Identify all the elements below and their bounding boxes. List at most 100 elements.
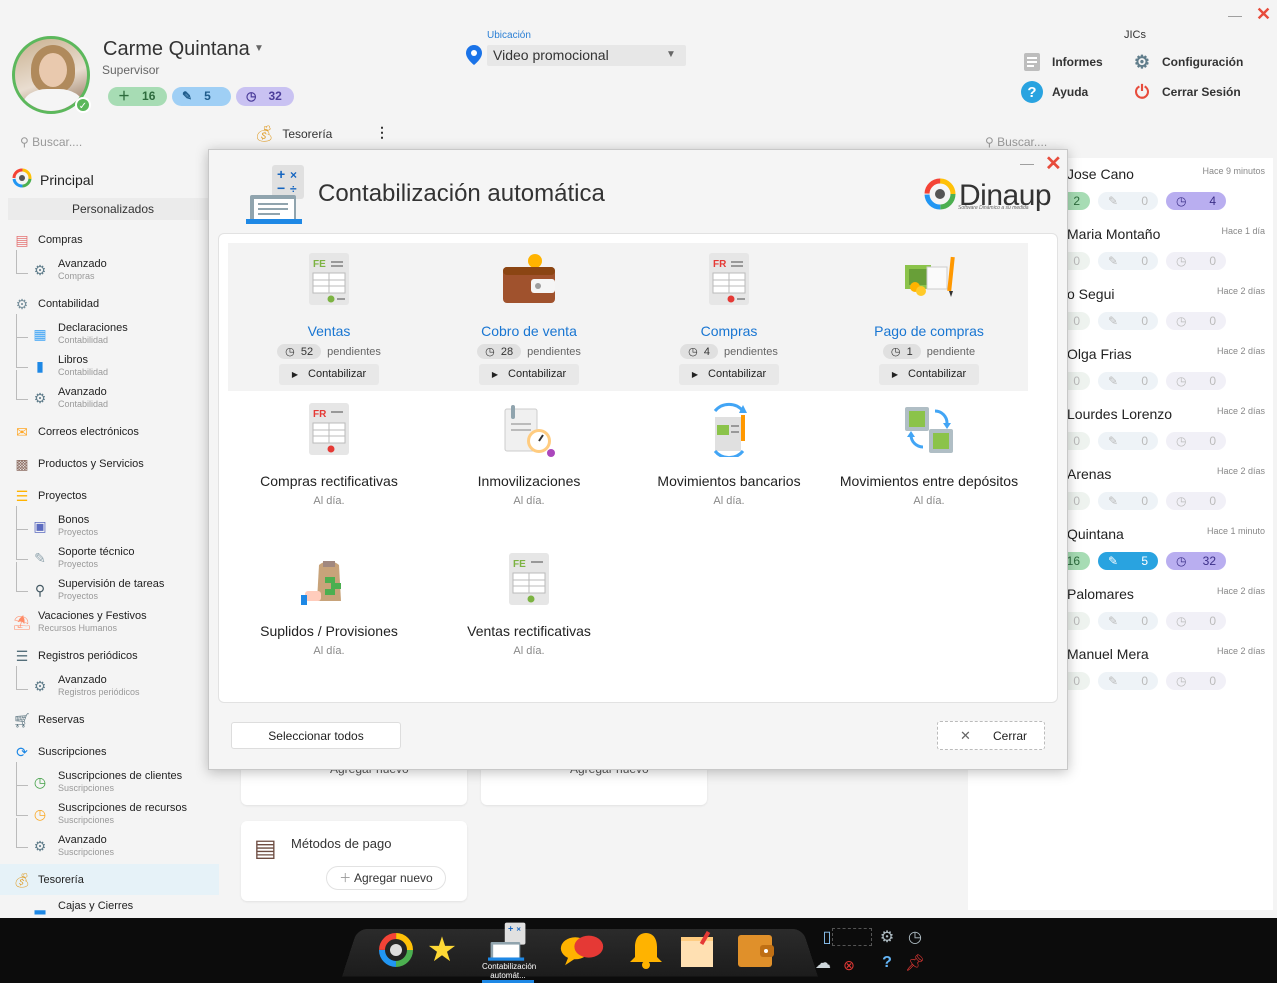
edited-count-badge[interactable]: ✎ 5 — [172, 87, 231, 106]
notifications-bell-icon[interactable] — [624, 928, 668, 972]
cloud-sync-icon[interactable]: ☁ — [812, 952, 834, 974]
user-row-edited-badge[interactable]: ✎ 5 — [1098, 552, 1158, 570]
contabilizar-cobro-button[interactable]: ▶ Contabilizar — [479, 364, 579, 385]
sidebar-personalizados[interactable]: Personalizados — [8, 198, 218, 220]
gear-icon: ⚙ — [33, 677, 47, 694]
user-row-edited-badge[interactable]: ✎ 0 — [1098, 612, 1158, 630]
tile-movimientos-entre-depositos[interactable]: Movimientos entre depósitos Al día. — [829, 393, 1029, 541]
sidebar-item-tesoreria[interactable]: 💰︎ Tesorería — [12, 870, 84, 890]
user-row-edited-badge[interactable]: ✎ 0 — [1098, 252, 1158, 270]
pencil-icon: ✎ — [1108, 614, 1119, 628]
reports-link[interactable]: Informes — [1020, 50, 1103, 74]
projects-icon: ☰ — [15, 487, 29, 504]
sidebar-item-reservas[interactable]: 🛒︎ Reservas — [12, 710, 84, 730]
sidebar-item-soporte[interactable]: ✎ Soporte técnico Proyectos — [30, 546, 134, 570]
tile-movimientos-bancarios[interactable]: Movimientos bancarios Al día. — [629, 393, 829, 541]
user-menu-caret-icon[interactable]: ▼ — [254, 43, 264, 54]
dialog-close-icon[interactable]: ✕ — [1045, 151, 1062, 176]
user-row-history-badge[interactable]: ◷ 0 — [1166, 372, 1226, 390]
sidebar-item-contabilidad[interactable]: ⚙ Contabilidad — [12, 294, 99, 314]
contabilizar-ventas-button[interactable]: ▶ Contabilizar — [279, 364, 379, 385]
wallet-icon[interactable] — [734, 928, 778, 972]
tab-tesoreria[interactable]: 💰︎ Tesorería — [254, 124, 332, 144]
sidebar-principal[interactable]: Principal — [12, 168, 94, 191]
user-row-history-badge[interactable]: ◷ 0 — [1166, 252, 1226, 270]
user-row-time: Hace 1 minuto — [1206, 526, 1265, 536]
user-row-edited-badge[interactable]: ✎ 0 — [1098, 492, 1158, 510]
sidebar-item-suscripciones[interactable]: ⟳ Suscripciones — [12, 742, 106, 762]
chat-icon[interactable] — [560, 928, 604, 972]
user-row-edited-badge[interactable]: ✎ 0 — [1098, 672, 1158, 690]
sidebar-item-susc-clientes[interactable]: ◷ Suscripciones de clientes Suscripciones — [30, 770, 182, 794]
dinaup-app-icon[interactable] — [374, 928, 418, 972]
sidebar-item-supervision[interactable]: ⚲ Supervisión de tareas Proyectos — [30, 578, 165, 602]
pending-count: ◷ 4 — [680, 344, 719, 359]
sidebar-item-correos[interactable]: ✉ Correos electrónicos — [12, 422, 139, 442]
sidebar-item-compras-avanzado[interactable]: ⚙ Avanzado Compras — [30, 258, 107, 282]
contabilizar-pago-button[interactable]: ▶ Contabilizar — [879, 364, 979, 385]
user-row-history-badge[interactable]: ◷ 0 — [1166, 432, 1226, 450]
user-row-edited-badge[interactable]: ✎ 0 — [1098, 432, 1158, 450]
sidebar-item-registros-avanzado[interactable]: ⚙ Avanzado Registros periódicos — [30, 674, 140, 698]
select-all-button[interactable]: Seleccionar todos — [231, 722, 401, 749]
sidebar-item-declaraciones[interactable]: ▦ Declaraciones Contabilidad — [30, 322, 127, 346]
tile-ventas-rectificativas[interactable]: FE Ventas rectificativas Al día. — [429, 543, 629, 691]
sidebar-item-contabilidad-avanzado[interactable]: ⚙ Avanzado Contabilidad — [30, 386, 108, 410]
error-icon[interactable]: ⊗ — [838, 954, 860, 976]
user-row-history-badge[interactable]: ◷ 32 — [1166, 552, 1226, 570]
more-options-icon[interactable]: ⋮ — [375, 124, 389, 141]
sidebar-item-proyectos[interactable]: ☰ Proyectos — [12, 486, 87, 506]
tile-compras-rectificativas[interactable]: FR Compras rectificativas Al día. — [229, 393, 429, 541]
sidebar-item-libros[interactable]: ▮ Libros Contabilidad — [30, 354, 108, 378]
logout-link[interactable]: ⏻ Cerrar Sesión — [1130, 80, 1241, 104]
configuration-link[interactable]: ⚙ Configuración — [1130, 50, 1243, 74]
gear-icon[interactable]: ⚙ — [876, 926, 898, 948]
tile-pago-de-compras[interactable]: Pago de compras ◷ 1 pendiente ▶ Contabiliz… — [829, 243, 1029, 391]
auto-accounting-taskbar-icon[interactable]: + × — [486, 920, 530, 964]
tile-suplidos-provisiones[interactable]: Suplidos / Provisiones Al día. — [229, 543, 429, 691]
help-link[interactable]: ? Ayuda — [1020, 80, 1088, 104]
clock-icon[interactable]: ◷ — [904, 926, 926, 948]
history-count-badge[interactable]: ◷ 32 — [236, 87, 294, 106]
user-name[interactable]: Carme Quintana — [103, 38, 250, 61]
sidebar-item-susc-recursos[interactable]: ◷ Suscripciones de recursos Suscripciones — [30, 802, 187, 826]
left-search-input[interactable]: ⚲ Buscar.... — [20, 135, 82, 149]
sidebar-item-vacaciones[interactable]: ⛱ Vacaciones y Festivos Recursos Humanos — [12, 610, 147, 634]
right-search-input[interactable]: ⚲ Buscar.... — [985, 135, 1047, 149]
tile-cobro-de-venta[interactable]: Cobro de venta ◷ 28 pendientes ▶ Contabili… — [429, 243, 629, 391]
tile-ventas[interactable]: FE Ventas ◷ 52 pendientes ▶ Contabilizar — [229, 243, 429, 391]
user-row-history-badge[interactable]: ◷ 0 — [1166, 312, 1226, 330]
notes-icon[interactable] — [676, 928, 720, 972]
user-row-edited-badge[interactable]: ✎ 0 — [1098, 372, 1158, 390]
user-row-history-badge[interactable]: ◷ 4 — [1166, 192, 1226, 210]
user-row-history-badge[interactable]: ◷ 0 — [1166, 672, 1226, 690]
sidebar-item-bonos[interactable]: ▣ Bonos Proyectos — [30, 514, 98, 538]
sidebar-item-compras[interactable]: ▤ Compras — [12, 230, 82, 250]
close-window-icon[interactable]: ✕ — [1256, 4, 1271, 25]
user-row-edited-badge[interactable]: ✎ 0 — [1098, 192, 1158, 210]
sidebar-item-productos[interactable]: ▩ Productos y Servicios — [12, 454, 143, 474]
add-new-button[interactable]: ＋ Agregar nuevo — [326, 866, 446, 890]
sidebar-item-susc-avanzado[interactable]: ⚙ Avanzado Suscripciones — [30, 834, 114, 858]
favorites-star-icon[interactable]: ★ — [420, 928, 464, 972]
user-row-history-badge[interactable]: ◷ 0 — [1166, 492, 1226, 510]
chevron-down-icon[interactable]: ▼ — [666, 49, 676, 60]
tile-compras[interactable]: FR Compras ◷ 4 pendientes ▶ Contabilizar — [629, 243, 829, 391]
added-count-badge[interactable]: ＋ 16 — [108, 87, 167, 106]
tree-line — [16, 250, 28, 274]
dialog-minimize-icon[interactable]: — — [1020, 155, 1034, 171]
contabilizar-compras-button[interactable]: ▶ Contabilizar — [679, 364, 779, 385]
tile-inmovilizaciones[interactable]: Inmovilizaciones Al día. — [429, 393, 629, 541]
sidebar-item-cajas[interactable]: ▂ Cajas y Cierres — [30, 896, 134, 916]
minimize-window-icon[interactable]: — — [1228, 7, 1242, 23]
tree-line — [16, 338, 28, 368]
pin-icon[interactable]: 📌︎ — [904, 952, 926, 974]
sidebar-item-registros[interactable]: ☰ Registros periódicos — [12, 646, 138, 666]
close-dialog-button[interactable]: ✕ Cerrar — [937, 721, 1045, 750]
user-row-edited-badge[interactable]: ✎ 0 — [1098, 312, 1158, 330]
payment-methods-title[interactable]: Métodos de pago — [291, 836, 391, 851]
location-select[interactable]: Video promocional — [487, 45, 686, 66]
tree-line — [16, 530, 28, 560]
user-row-history-badge[interactable]: ◷ 0 — [1166, 612, 1226, 630]
help-icon[interactable]: ? — [876, 952, 898, 974]
